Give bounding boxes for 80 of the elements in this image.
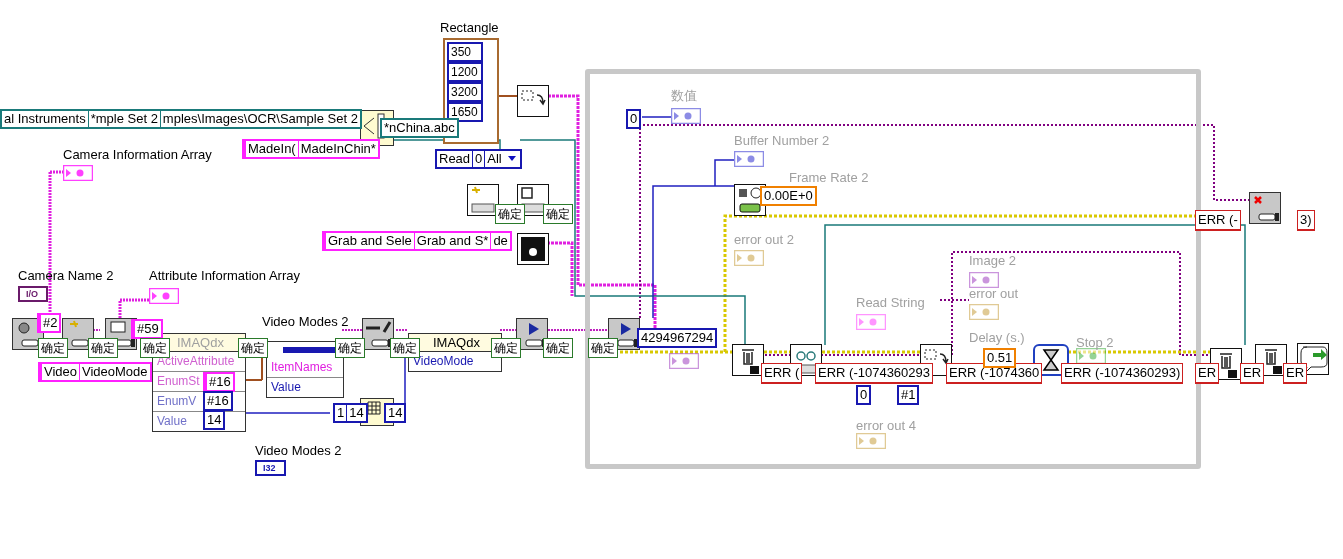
constant: 14 [384,403,407,423]
error-cluster: ER [1283,363,1308,384]
dispose-node-icon [732,344,764,376]
error-indicator-icon [734,250,764,266]
label: Read String [856,295,925,310]
label: Delay (s.) [969,330,1025,345]
label: Rectangle [440,20,499,35]
label: 数值 [671,88,697,103]
numeric-indicator-icon [734,151,764,167]
error-cluster: 3) [1297,210,1315,231]
terminal: I32 [255,460,286,476]
status-string: 确定 [543,204,573,224]
property-name: VideoMode [413,354,474,368]
property-name: ActiveAttribute [157,354,235,368]
error-indicator-icon [856,433,886,449]
string-indicator-icon [856,314,886,330]
error-indicator-icon [969,304,999,320]
constant: al Instruments *mple Set 2 mples\Images\OCR\Sample Set 2 [0,109,362,129]
caret-icon[interactable] [506,155,517,163]
status-string: 确定 [588,338,618,358]
camera-node-icon [362,318,394,350]
constant: 4294967294 [637,328,718,348]
array-indicator-icon [149,288,179,304]
status-string: 确定 [491,338,521,358]
image-indicator-icon [969,272,999,288]
label: Camera Name 2 [18,268,114,283]
property-name: ItemNames [271,360,333,374]
status-string: 确定 [543,338,573,358]
roi-node-icon [517,85,549,117]
constant: #16 [203,372,235,392]
label: Camera Information Array [63,147,212,162]
constant: *nChina.abc [380,118,459,138]
constant: 0 [626,109,642,129]
terminal: I/O [18,286,48,302]
label: Attribute Information Array [149,268,300,283]
constant: Video VideoMode [38,362,152,382]
imaq-node-icon [517,233,549,265]
constant: #2 [37,313,62,333]
label: Image 2 [969,253,1016,268]
constant: 0 [856,385,872,405]
status-string: 确定 [140,338,170,358]
constant: 14 [203,410,226,430]
status-string: 确定 [495,204,525,224]
constant: Grab and Sele Grab and S* de [322,231,512,251]
error-cluster: ERR (- [1195,210,1241,231]
constant: MadeIn( MadeInChin* [242,139,380,159]
label: Frame Rate 2 [789,170,869,185]
label: error out 2 [734,232,794,247]
label: Video Modes 2 [255,443,342,458]
image-node-icon [467,184,499,216]
constant: 1 14 [333,403,368,423]
status-string: 确定 [88,338,118,358]
constant: #1 [897,385,920,405]
property-name: Value [157,414,187,428]
error-cluster: ER [1240,363,1265,384]
ring-bar-icon [283,347,337,353]
constant: 0.51 [983,348,1017,368]
array-indicator-icon [63,165,93,181]
constant: #16 [203,391,233,411]
error-cluster: ERR (-1074360293 [815,363,934,384]
label: Buffer Number 2 [734,133,830,148]
label: Stop 2 [1076,335,1114,350]
constant: 0.00E+0 [760,186,817,206]
error-cluster: ER [1195,363,1220,384]
property-name: Value [271,380,301,394]
status-string: 确定 [335,338,365,358]
image-indicator-icon [669,353,699,369]
numeric-indicator-icon [671,108,701,124]
error-cluster: ERR ( [761,363,803,384]
status-string: 确定 [238,338,268,358]
constant: #59 [131,319,163,339]
label: error out 4 [856,418,916,433]
property-name: EnumV [157,394,197,408]
camera-node-icon [1249,192,1281,224]
error-cluster: ERR (-1074360 [946,363,1043,384]
enum-constant: Read 0 All [435,149,522,169]
property-name: EnumSt [157,374,200,388]
label: error out [969,286,1019,301]
status-string: 确定 [38,338,68,358]
label: Video Modes 2 [262,314,349,329]
